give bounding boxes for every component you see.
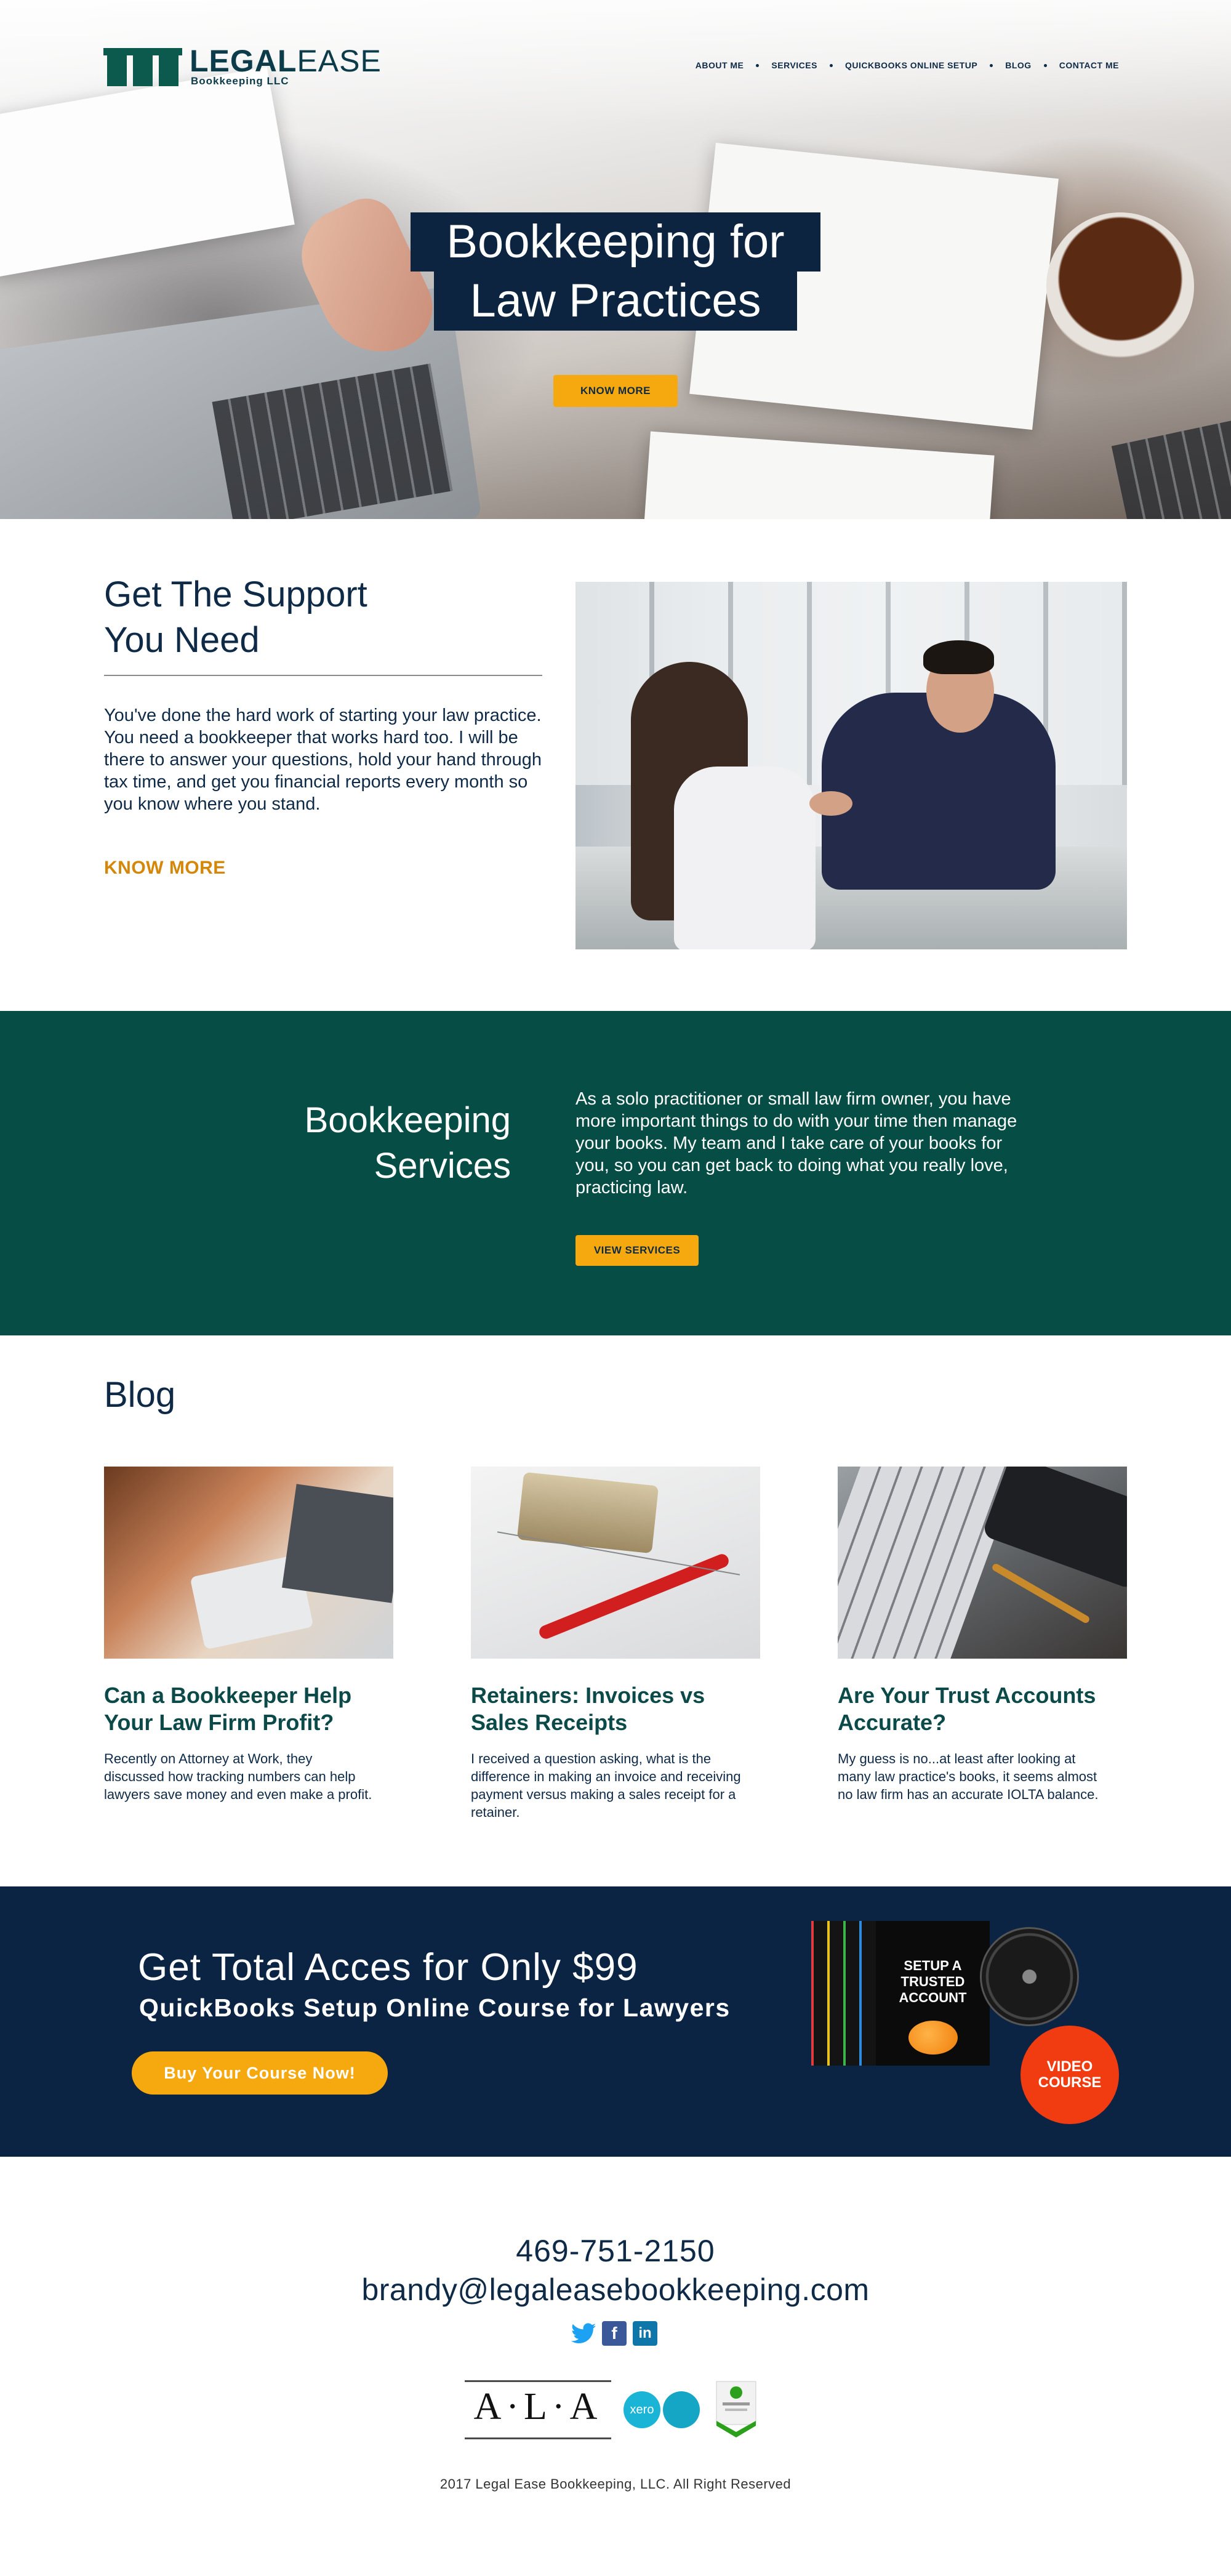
retainer-agreement-photo[interactable] <box>471 1467 760 1659</box>
nav-contact-me[interactable]: CONTACT ME <box>1053 60 1125 70</box>
dvd-disc-icon <box>980 1927 1079 2026</box>
hero-title-line-1: Bookkeeping for <box>411 212 820 272</box>
partner-badges: A·L·A xero <box>465 2380 760 2442</box>
view-services-button[interactable]: VIEW SERVICES <box>575 1235 699 1266</box>
calculator-photo[interactable] <box>104 1467 393 1659</box>
buy-course-button[interactable]: Buy Your Course Now! <box>132 2051 388 2095</box>
piggy-bank-icon <box>908 2021 958 2055</box>
course-box-set-image: SETUP A TRUSTED ACCOUNT <box>811 1921 990 2066</box>
twitter-icon[interactable] <box>571 2321 596 2346</box>
services-title: Bookkeeping Services <box>304 1100 511 1186</box>
facebook-icon[interactable]: f <box>602 2321 627 2346</box>
nav-separator <box>1043 63 1047 67</box>
nav-separator <box>756 63 760 67</box>
blog-post-card[interactable]: Can a Bookkeeper Help Your Law Firm Prof… <box>104 1467 393 1803</box>
nav-quickbooks-setup[interactable]: QUICKBOOKS ONLINE SETUP <box>839 60 984 70</box>
blog-heading: Blog <box>104 1375 176 1415</box>
services-body: As a solo practitioner or small law firm… <box>575 1089 1017 1197</box>
course-box-front: SETUP A TRUSTED ACCOUNT <box>876 1921 990 2066</box>
social-links: f in <box>571 2321 660 2346</box>
hero-title: Bookkeeping for Law Practices <box>0 212 1231 331</box>
blog-post-excerpt: Recently on Attorney at Work, they discu… <box>104 1751 372 1802</box>
nav-separator <box>990 63 993 67</box>
blog-post-card[interactable]: Retainers: Invoices vs Sales Receipts I … <box>471 1467 760 1821</box>
nav-blog[interactable]: BLOG <box>999 60 1037 70</box>
logo-wordmark: LEGALEASE <box>190 44 382 78</box>
contact-phone[interactable]: 469-751-2150 <box>0 2233 1231 2269</box>
course-headline: Get Total Acces for Only $99 <box>138 1946 638 1989</box>
main-nav: ABOUT ME SERVICES QUICKBOOKS ONLINE SETU… <box>689 60 1125 70</box>
quickbooks-certified-badge-icon <box>714 2380 758 2439</box>
site-logo[interactable]: LEGALEASE Bookkeeping LLC <box>103 44 394 89</box>
nav-separator <box>829 63 833 67</box>
contact-email[interactable]: brandy@legaleasebookkeeping.com <box>0 2272 1231 2308</box>
xero-certified-icon <box>663 2391 700 2428</box>
blog-post-title[interactable]: Retainers: Invoices vs Sales Receipts <box>471 1682 760 1736</box>
linkedin-icon[interactable]: in <box>633 2321 657 2346</box>
blog-post-title[interactable]: Are Your Trust Accounts Accurate? <box>838 1682 1127 1736</box>
support-title: Get The Support You Need <box>104 574 367 660</box>
nav-about-me[interactable]: ABOUT ME <box>689 60 750 70</box>
hero-know-more-button[interactable]: KNOW MORE <box>553 375 678 407</box>
course-subheadline: QuickBooks Setup Online Course for Lawye… <box>139 1994 731 2022</box>
handshake-photo <box>575 582 1127 949</box>
video-course-badge: VIDEO COURSE <box>1020 2026 1119 2124</box>
support-body: You've done the hard work of starting yo… <box>104 706 542 814</box>
xero-logo: xero <box>624 2391 660 2428</box>
logo-pillars-icon <box>103 48 182 86</box>
support-know-more-link[interactable]: KNOW MORE <box>104 858 226 879</box>
blog-post-title[interactable]: Can a Bookkeeper Help Your Law Firm Prof… <box>104 1682 393 1736</box>
blog-post-card[interactable]: Are Your Trust Accounts Accurate? My gue… <box>838 1467 1127 1803</box>
blog-post-excerpt: I received a question asking, what is th… <box>471 1751 741 1820</box>
hero-title-line-2: Law Practices <box>434 272 797 331</box>
keyboard-phone-photo[interactable] <box>838 1467 1127 1659</box>
logo-tagline: Bookkeeping LLC <box>191 75 289 87</box>
nav-services[interactable]: SERVICES <box>765 60 824 70</box>
copyright-text: 2017 Legal Ease Bookkeeping, LLC. All Ri… <box>439 2476 792 2492</box>
ala-logo: A·L·A <box>465 2380 611 2439</box>
blog-post-excerpt: My guess is no...at least after looking … <box>838 1751 1099 1802</box>
divider <box>104 675 542 676</box>
